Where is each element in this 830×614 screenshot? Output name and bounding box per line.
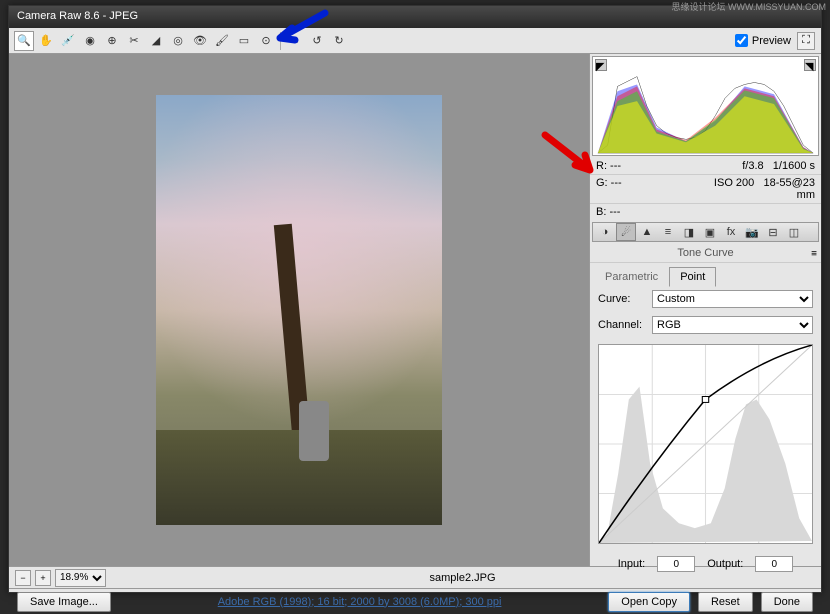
exif-aperture-shutter: f/3.8 1/1600 s: [706, 160, 816, 172]
panel-menu-icon[interactable]: ≡: [811, 248, 817, 259]
lens-corrections-tab[interactable]: ▣: [700, 223, 720, 241]
workflow-options-link[interactable]: Adobe RGB (1998); 16 bit; 2000 by 3008 (…: [111, 596, 608, 608]
color-sampler-tool[interactable]: ◉: [80, 31, 100, 51]
curve-row: Curve: Custom: [590, 286, 821, 312]
annotation-arrow-blue: [270, 8, 330, 48]
zoom-select[interactable]: 18.9%: [55, 569, 106, 587]
preview-checkbox-group: Preview: [735, 34, 791, 47]
effects-tab[interactable]: fx: [721, 223, 741, 241]
exif-row-1: R: --- f/3.8 1/1600 s: [590, 158, 821, 175]
save-image-button[interactable]: Save Image...: [17, 592, 111, 612]
reset-button[interactable]: Reset: [698, 592, 753, 612]
preview-image: [156, 95, 442, 525]
zoom-in-button[interactable]: +: [35, 570, 51, 586]
crop-tool[interactable]: ✂: [124, 31, 144, 51]
red-eye-tool[interactable]: 👁: [190, 31, 210, 51]
curve-editor[interactable]: [598, 344, 813, 544]
histogram[interactable]: ◤ ◥: [592, 56, 819, 156]
parametric-tab[interactable]: Parametric: [594, 267, 669, 287]
right-panel: ◤ ◥ R: --- f/3.8 1/1600 s G: --- ISO 200…: [589, 54, 821, 566]
tone-curve-tab[interactable]: ☄: [616, 223, 636, 241]
panel-title: Tone Curve: [590, 244, 821, 263]
open-copy-button[interactable]: Open Copy: [608, 592, 690, 612]
highlight-clip-icon[interactable]: ◥: [804, 59, 816, 71]
panel-tabs: ◑ ☄ ▲ ≡ ◨ ▣ fx 📷 ⊟ ◫: [592, 222, 819, 242]
targeted-adjustment-tool[interactable]: ⊕: [102, 31, 122, 51]
exif-g: G: ---: [596, 177, 706, 201]
camera-calibration-tab[interactable]: 📷: [742, 223, 762, 241]
input-field[interactable]: [657, 556, 695, 572]
presets-tab[interactable]: ⊟: [763, 223, 783, 241]
straighten-tool[interactable]: ◢: [146, 31, 166, 51]
exif-b: B: ---: [596, 206, 815, 218]
exif-r: R: ---: [596, 160, 706, 172]
preview-label: Preview: [752, 35, 791, 47]
basic-tab[interactable]: ◑: [595, 223, 615, 241]
adjustment-brush-tool[interactable]: 🖌: [212, 31, 232, 51]
sub-tabs: Parametric Point: [594, 267, 817, 287]
hsl-tab[interactable]: ≡: [658, 223, 678, 241]
spot-removal-tool[interactable]: ◎: [168, 31, 188, 51]
curve-label: Curve:: [598, 293, 646, 305]
input-label: Input:: [618, 558, 646, 570]
channel-label: Channel:: [598, 319, 646, 331]
histogram-graph: [593, 57, 818, 155]
output-field[interactable]: [755, 556, 793, 572]
curve-select[interactable]: Custom: [652, 290, 813, 308]
zoom-out-button[interactable]: −: [15, 570, 31, 586]
annotation-arrow-red: [540, 130, 600, 180]
hand-tool[interactable]: ✋: [36, 31, 56, 51]
preview-pane[interactable]: [9, 54, 589, 566]
graduated-filter-tool[interactable]: ▭: [234, 31, 254, 51]
channel-row: Channel: RGB: [590, 312, 821, 338]
exif-row-2: G: --- ISO 200 18-55@23 mm: [590, 175, 821, 204]
watermark-text: 思缘设计论坛 WWW.MISSYUAN.COM: [672, 0, 827, 13]
zoom-tool[interactable]: 🔍: [14, 31, 34, 51]
main-area: ◤ ◥ R: --- f/3.8 1/1600 s G: --- ISO 200…: [9, 54, 821, 566]
camera-raw-window: Camera Raw 8.6 - JPEG 🔍 ✋ 💉 ◉ ⊕ ✂ ◢ ◎ 👁 …: [8, 5, 822, 593]
shadow-clip-icon[interactable]: ◤: [595, 59, 607, 71]
done-button[interactable]: Done: [761, 592, 813, 612]
split-toning-tab[interactable]: ◨: [679, 223, 699, 241]
white-balance-tool[interactable]: 💉: [58, 31, 78, 51]
filename-label: sample2.JPG: [110, 572, 815, 584]
snapshots-tab[interactable]: ◫: [784, 223, 804, 241]
preview-checkbox[interactable]: [735, 34, 748, 47]
detail-tab[interactable]: ▲: [637, 223, 657, 241]
point-tab[interactable]: Point: [669, 267, 716, 287]
fullscreen-button[interactable]: ⛶: [797, 32, 815, 50]
exif-iso-lens: ISO 200 18-55@23 mm: [706, 177, 816, 201]
channel-select[interactable]: RGB: [652, 316, 813, 334]
output-label: Output:: [707, 558, 743, 570]
exif-row-3: B: ---: [590, 204, 821, 220]
rotate-cw-tool[interactable]: ↻: [329, 31, 349, 51]
curve-graph: [599, 345, 812, 543]
bottom-bar: Save Image... Adobe RGB (1998); 16 bit; …: [9, 588, 821, 614]
toolbar: 🔍 ✋ 💉 ◉ ⊕ ✂ ◢ ◎ 👁 🖌 ▭ ⊙ ≡ ↺ ↻ Preview ⛶: [9, 28, 821, 54]
